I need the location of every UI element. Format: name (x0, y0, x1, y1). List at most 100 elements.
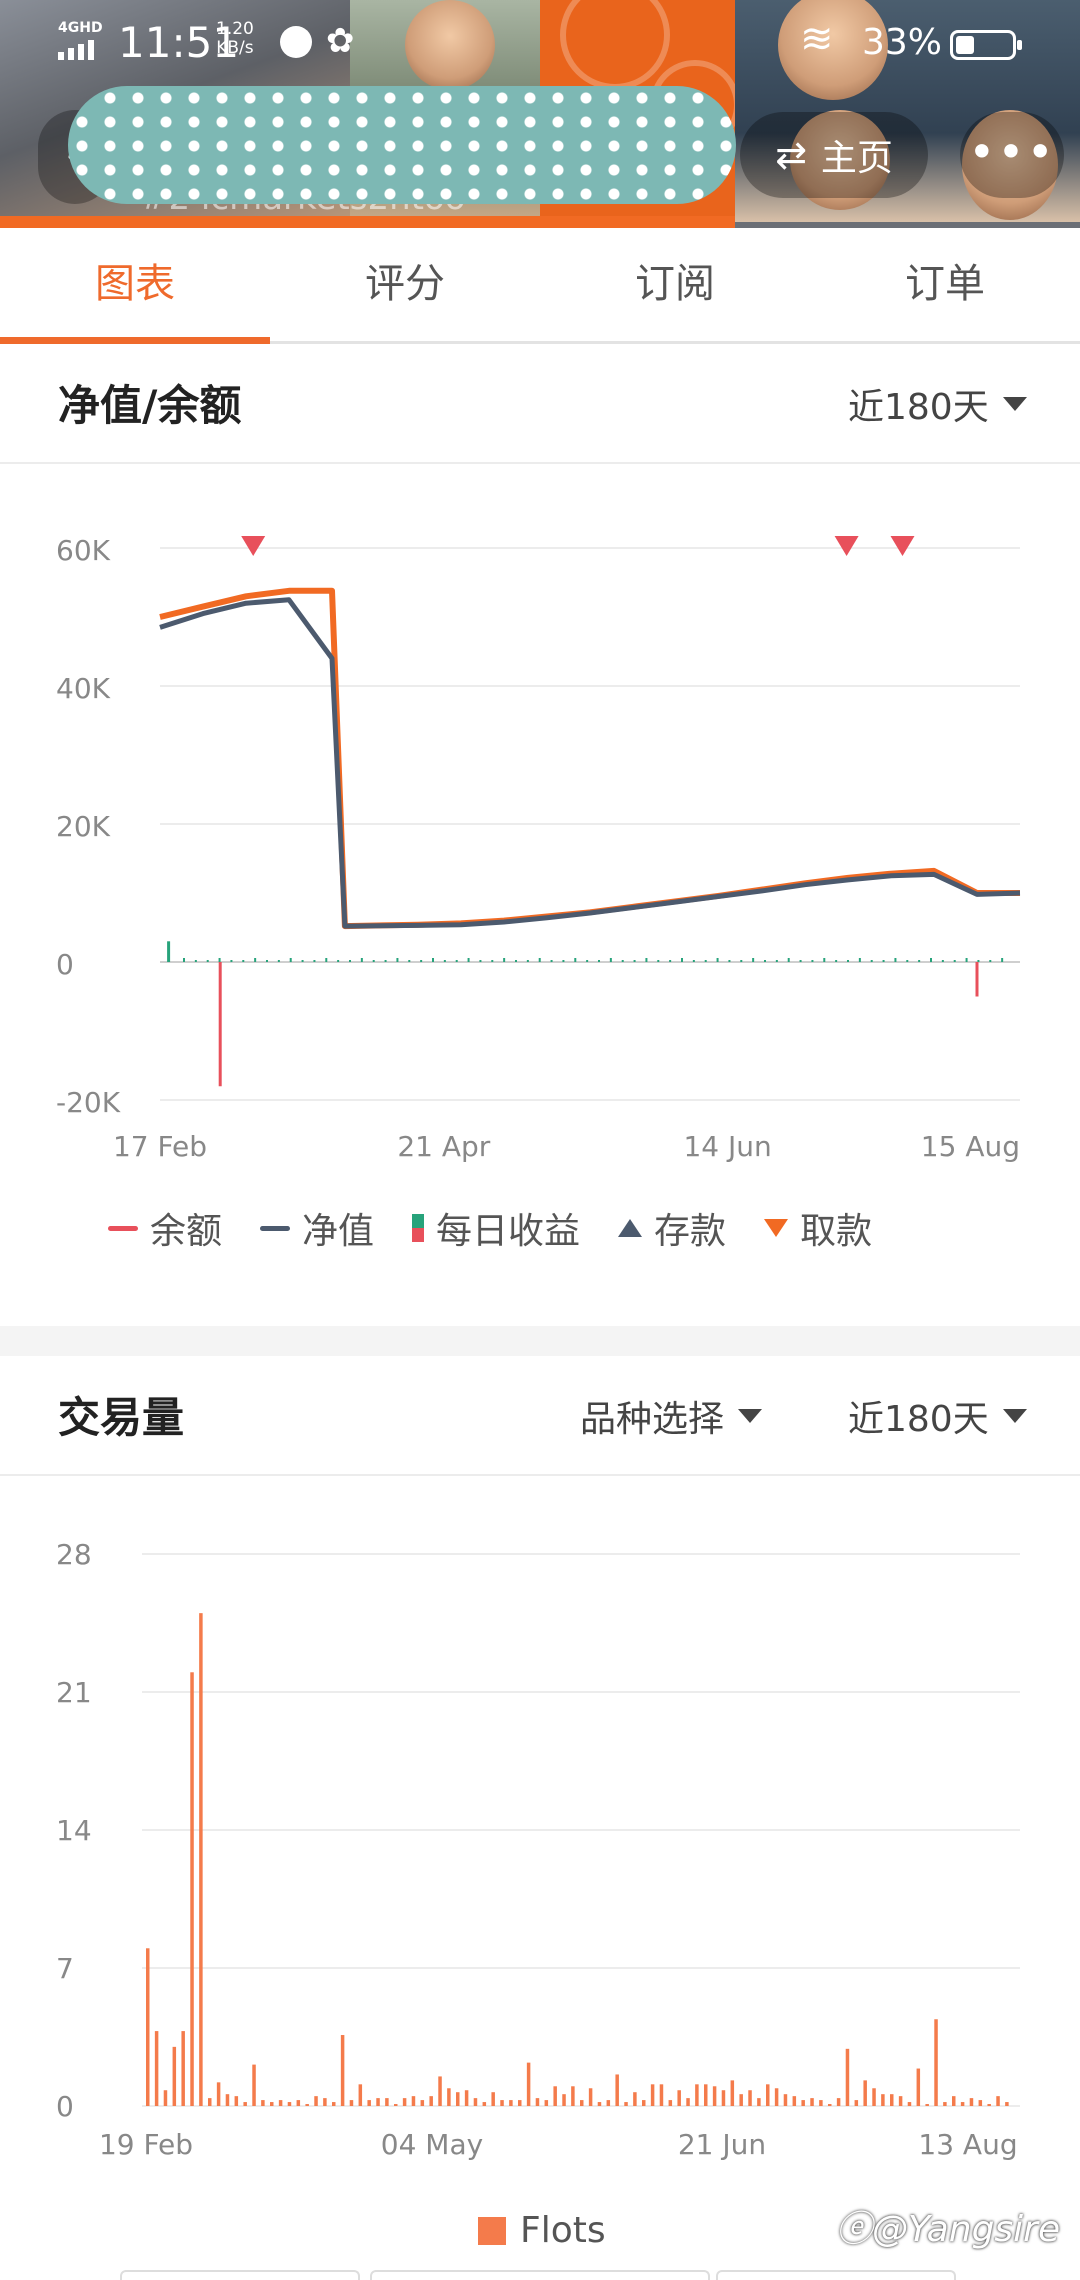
legend-label: 取款 (800, 1211, 873, 1252)
volume-bar (438, 2076, 442, 2106)
volume-bar (544, 2100, 549, 2106)
volume-bar (845, 2048, 850, 2106)
volume-bar (314, 2096, 318, 2106)
volume-bar (642, 2100, 646, 2106)
volume-bar (199, 1613, 203, 2106)
home-button-label: 主页 (820, 138, 893, 179)
network-type: 4GHD (58, 20, 103, 36)
volume-period-dropdown[interactable]: 近180天 (848, 1390, 1027, 1442)
volume-bar (323, 2098, 327, 2106)
speedometer-icon (280, 26, 312, 58)
caret-down-icon (738, 1409, 763, 1423)
x-tick-label: 13 Aug (918, 2128, 1017, 2161)
legend-item-balance[interactable]: 余额 (108, 1202, 222, 1254)
volume-bar (766, 2084, 770, 2106)
watermark: ⓔ@Yangsire (836, 2209, 1061, 2250)
tab-rating[interactable]: 评分 (270, 228, 540, 341)
flots-swatch (478, 2216, 506, 2245)
volume-period-label: 近180天 (848, 1399, 989, 1440)
bottom-card-edge (716, 2270, 956, 2280)
legend-item-equity[interactable]: 净值 (260, 1202, 374, 1254)
legend-item-withdrawal[interactable]: 取款 (764, 1202, 872, 1254)
volume-bar (650, 2084, 655, 2106)
volume-bar (686, 2098, 690, 2106)
battery-icon (950, 30, 1022, 60)
fan-icon: ✿ (326, 21, 355, 61)
balance-swatch (108, 1225, 138, 1231)
volume-bar (340, 2035, 345, 2106)
volume-bar (181, 2031, 185, 2106)
volume-bar (305, 2104, 309, 2106)
y-tick-label: 60K (56, 534, 111, 567)
caret-down-icon (1002, 1409, 1027, 1423)
equity-legend: 余额 净值 每日收益 存款 取款 (108, 1200, 1008, 1256)
volume-bar (526, 2062, 531, 2106)
y-tick-label: 7 (56, 1952, 74, 1985)
home-button[interactable]: ⇄ 主页 (740, 112, 928, 198)
volume-chart: 28 21 14 7 0 19 Feb 04 May 21 Jun 13 Aug (56, 1538, 1020, 2161)
volume-bar (792, 2096, 797, 2106)
volume-bar (597, 2102, 602, 2106)
bottom-card-edge (370, 2270, 710, 2280)
legend-item-deposit[interactable]: 存款 (618, 1202, 726, 1254)
volume-bar (624, 2102, 628, 2106)
volume-bar (890, 2094, 894, 2106)
volume-bar (146, 1948, 150, 2106)
volume-bar (898, 2096, 903, 2106)
legend-label: 存款 (654, 1211, 727, 1252)
volume-bar (358, 2084, 363, 2106)
volume-bar (332, 2102, 336, 2106)
volume-bar (960, 2102, 965, 2106)
equity-chart: 60K 40K 20K 0 -20K 17 Feb 21 Apr 14 Jun 15 Aug (56, 534, 1021, 1163)
legend-label: Flots (520, 2210, 606, 2251)
more-button[interactable]: ••• (960, 112, 1064, 198)
equity-section-header: 净值/余额 近180天 (0, 344, 1080, 464)
volume-bar (500, 2100, 504, 2106)
tab-subscribe[interactable]: 订阅 (540, 228, 810, 341)
header-banner: 4GHD 11:51 1.20 KB/s ✿ ≋ 33% ‹ #2 icmark… (0, 0, 1080, 228)
volume-bar (287, 2102, 292, 2106)
volume-bar (225, 2094, 230, 2106)
volume-bar (376, 2098, 380, 2106)
withdrawal-marker (890, 536, 915, 556)
caret-down-icon (1002, 397, 1027, 411)
volume-bar (987, 2104, 991, 2106)
tab-orders[interactable]: 订单 (810, 228, 1080, 341)
volume-section-header: 交易量 品种选择 近180天 (0, 1356, 1080, 1476)
redaction-overlay (68, 86, 736, 204)
volume-bar (739, 2094, 743, 2106)
volume-bar (828, 2104, 832, 2106)
volume-bar (943, 2102, 947, 2106)
volume-bar (394, 2104, 398, 2106)
volume-bar (429, 2096, 433, 2106)
triangle-up-icon (618, 1219, 643, 1237)
y-tick-label: -20K (56, 1086, 121, 1119)
volume-bar (402, 2098, 407, 2106)
volume-bar (243, 2102, 247, 2106)
volume-bar (252, 2064, 256, 2106)
symbol-dropdown[interactable]: 品种选择 (580, 1390, 763, 1442)
volume-bar (580, 2100, 584, 2106)
volume-legend[interactable]: Flots (478, 2210, 606, 2251)
legend-item-daily-profit[interactable]: 每日收益 (412, 1202, 580, 1254)
volume-bar (420, 2100, 425, 2106)
volume-bar (969, 2098, 974, 2106)
equity-swatch (260, 1225, 291, 1231)
y-tick-label: 0 (56, 2090, 74, 2123)
volume-bar (261, 2100, 265, 2106)
volume-bar (996, 2096, 1000, 2106)
tab-chart[interactable]: 图表 (0, 228, 270, 344)
volume-bar (774, 2088, 779, 2106)
volume-bar (562, 2094, 566, 2106)
x-tick-label: 19 Feb (99, 2128, 193, 2161)
volume-bar (411, 2096, 416, 2106)
volume-bar (367, 2100, 371, 2106)
triangle-down-icon (764, 1219, 789, 1237)
status-bar: 4GHD 11:51 1.20 KB/s ✿ ≋ 33% (0, 14, 1080, 74)
equity-period-dropdown[interactable]: 近180天 (848, 378, 1027, 430)
volume-bar (270, 2102, 274, 2106)
volume-bar (854, 2100, 859, 2106)
equity-line (159, 597, 1021, 929)
volume-bar (712, 2086, 717, 2106)
volume-bar (606, 2100, 611, 2106)
